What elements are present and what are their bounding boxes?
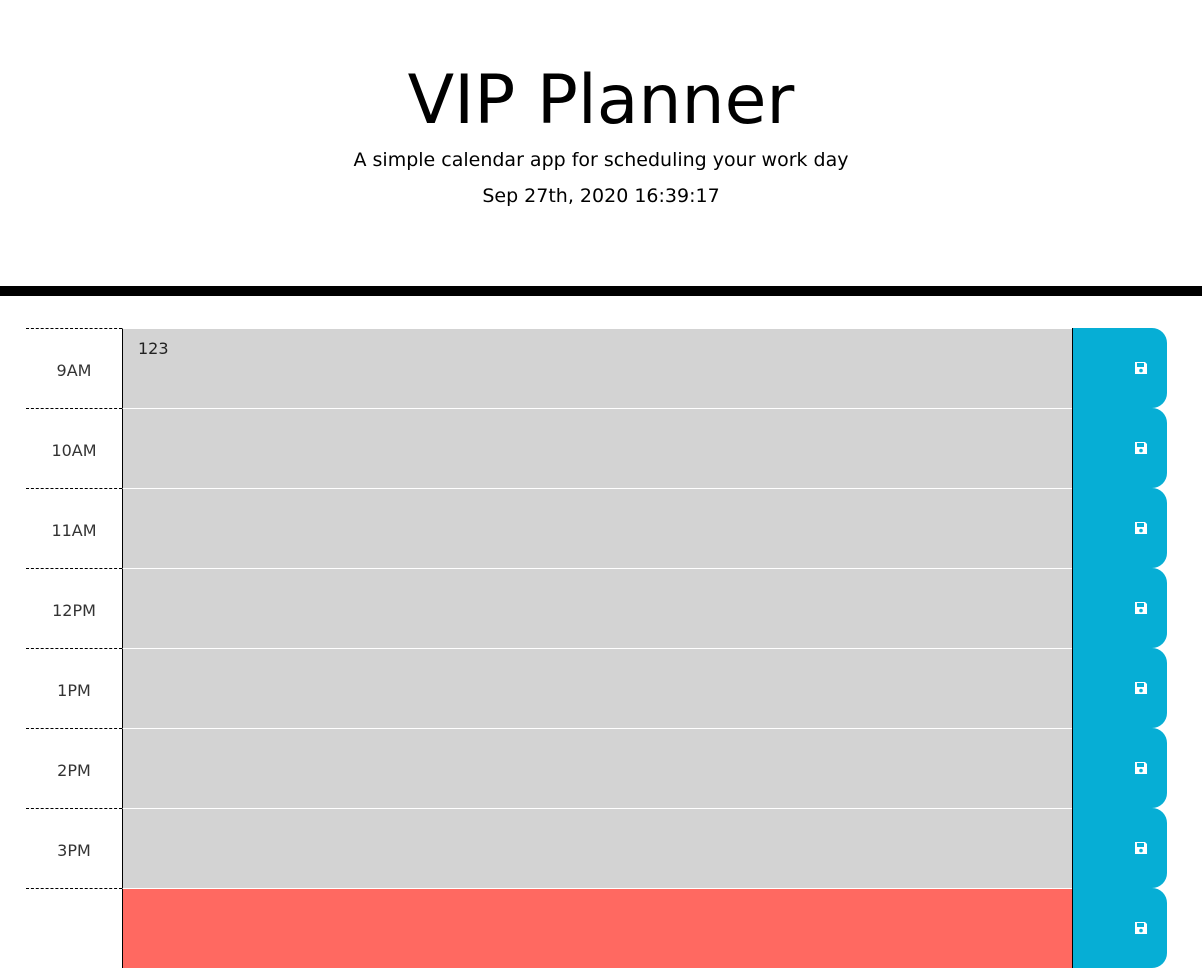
hour-label: 2PM (26, 728, 122, 808)
save-icon (1134, 921, 1148, 935)
task-textarea[interactable] (122, 648, 1073, 728)
save-button[interactable] (1072, 568, 1167, 648)
save-icon (1134, 841, 1148, 855)
task-textarea[interactable] (122, 568, 1073, 648)
save-icon (1134, 681, 1148, 695)
save-icon (1134, 601, 1148, 615)
task-textarea[interactable] (122, 488, 1073, 568)
header-divider (0, 286, 1202, 296)
hour-label: 9AM (26, 328, 122, 408)
save-button[interactable] (1072, 408, 1167, 488)
save-button[interactable] (1072, 328, 1167, 408)
save-icon (1134, 361, 1148, 375)
save-button[interactable] (1072, 808, 1167, 888)
time-block-row: 11AM (26, 488, 1167, 568)
page-title: VIP Planner (407, 61, 795, 140)
save-button[interactable] (1072, 648, 1167, 728)
page-subtitle: A simple calendar app for scheduling you… (353, 149, 849, 171)
task-textarea[interactable]: 123 (122, 328, 1073, 408)
time-block-row: 12PM (26, 568, 1167, 648)
hour-label (26, 888, 122, 968)
hour-label: 1PM (26, 648, 122, 728)
task-textarea[interactable] (122, 808, 1073, 888)
header: VIP Planner A simple calendar app for sc… (0, 0, 1202, 286)
hour-label: 3PM (26, 808, 122, 888)
time-block-row: 1PM (26, 648, 1167, 728)
hour-label: 10AM (26, 408, 122, 488)
time-block-row: 3PM (26, 808, 1167, 888)
hour-label: 12PM (26, 568, 122, 648)
schedule-container: 9AM 123 10AM 11AM 12PM 1PM 2PM 3PM (26, 328, 1167, 968)
time-block-row: 2PM (26, 728, 1167, 808)
save-icon (1134, 521, 1148, 535)
time-block-row (26, 888, 1167, 968)
save-icon (1134, 441, 1148, 455)
time-block-row: 10AM (26, 408, 1167, 488)
save-button[interactable] (1072, 488, 1167, 568)
hour-label: 11AM (26, 488, 122, 568)
task-textarea[interactable] (122, 728, 1073, 808)
save-icon (1134, 761, 1148, 775)
save-button[interactable] (1072, 888, 1167, 968)
task-textarea[interactable] (122, 408, 1073, 488)
save-button[interactable] (1072, 728, 1167, 808)
task-textarea[interactable] (122, 888, 1073, 968)
time-block-row: 9AM 123 (26, 328, 1167, 408)
current-datetime: Sep 27th, 2020 16:39:17 (482, 185, 720, 207)
